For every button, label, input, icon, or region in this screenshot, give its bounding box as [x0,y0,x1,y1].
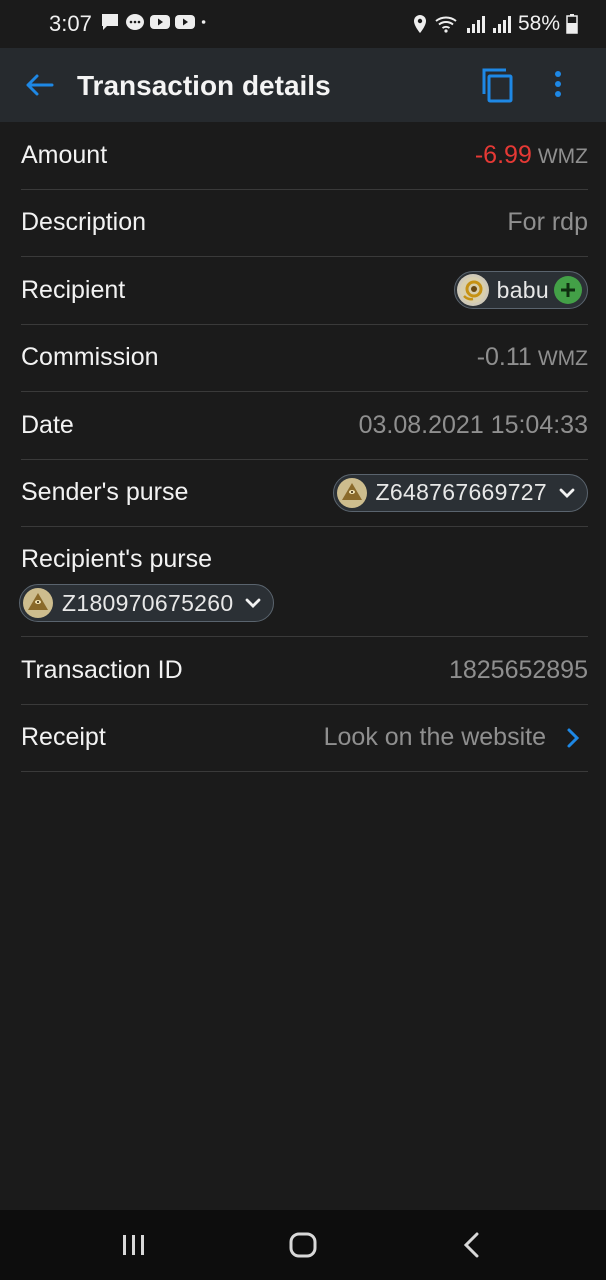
recipient-avatar-icon [459,277,486,304]
transaction-details: Amount -6.99 WMZ Description For rdp Reci… [0,122,606,772]
recipient-purse-chip[interactable]: Z180970675260 [19,584,275,622]
page-title: Transaction details [77,70,331,101]
date-label: Date [21,410,74,439]
youtube-icon [175,15,195,29]
recipient-name: babu [496,276,549,303]
add-contact-icon[interactable] [553,275,583,305]
battery-percent: 58% [517,12,560,35]
app-bar: Transaction details [0,48,606,122]
nav-back-icon[interactable] [463,1232,481,1258]
signal-icon [492,16,511,33]
row-amount: Amount -6.99 WMZ [21,122,588,190]
sender-purse-label: Sender's purse [21,478,189,507]
commission-label: Commission [21,343,159,372]
recipient-chip[interactable]: babu [453,271,588,310]
receipt-link[interactable]: Look on the website [324,723,588,752]
status-time: 3:07 [49,11,92,36]
amount-value: -6.99 [474,140,532,169]
chevron-down-icon [559,488,575,498]
row-date: Date 03.08.2021 15:04:33 [21,392,588,460]
system-nav-bar [0,1210,606,1280]
recent-apps-icon[interactable] [121,1233,147,1257]
wifi-icon [435,16,457,33]
recipient-purse-label: Recipient's purse [21,545,212,573]
row-sender-purse: Sender's purse Z648767669727 [21,460,588,527]
back-arrow-icon[interactable] [22,68,56,102]
chat-bubble-icon [126,14,144,30]
date-value: 03.08.2021 15:04:33 [358,410,588,439]
description-value: For rdp [507,208,588,237]
notification-icons [100,13,212,31]
description-label: Description [21,208,147,237]
status-bar: 3:07 58% [0,0,606,48]
transaction-id-label: Transaction ID [21,655,183,684]
home-icon[interactable] [289,1232,317,1258]
row-transaction-id: Transaction ID 1825652895 [21,637,588,705]
purse-pyramid-icon [23,588,53,618]
recipient-label: Recipient [21,275,126,304]
recipient-purse-value: Z180970675260 [62,589,234,616]
sender-purse-value: Z648767669727 [375,479,547,506]
row-commission: Commission -0.11 WMZ [21,325,588,392]
purse-pyramid-icon [336,477,367,508]
commission-unit: WMZ [537,347,588,371]
dot-icon [201,20,206,24]
battery-icon [566,14,578,34]
row-recipient-purse: Recipient's purse Z180970675260 [19,527,588,637]
copy-icon[interactable] [480,66,516,104]
chevron-down-icon [246,598,261,608]
amount-value-wrap: -6.99 WMZ [475,141,588,170]
row-description: Description For rdp [21,190,588,257]
status-right: 58% [412,12,578,36]
avatar [456,274,489,307]
receipt-label: Receipt [21,723,106,752]
amount-unit: WMZ [537,144,588,168]
row-receipt[interactable]: Receipt Look on the website [21,705,588,772]
chevron-right-icon[interactable] [564,727,582,749]
row-recipient: Recipient babu [21,257,588,325]
receipt-link-text[interactable]: Look on the website [324,723,546,752]
amount-label: Amount [21,140,108,169]
sender-purse-chip[interactable]: Z648767669727 [332,473,588,512]
signal-icon [466,16,485,33]
commission-value-wrap: -0.11 WMZ [477,343,588,372]
more-vert-icon[interactable] [546,68,570,102]
message-icon [102,14,118,30]
commission-value: -0.11 [476,343,532,372]
youtube-icon [150,15,170,29]
location-icon [413,15,426,33]
transaction-id-value: 1825652895 [448,655,588,684]
